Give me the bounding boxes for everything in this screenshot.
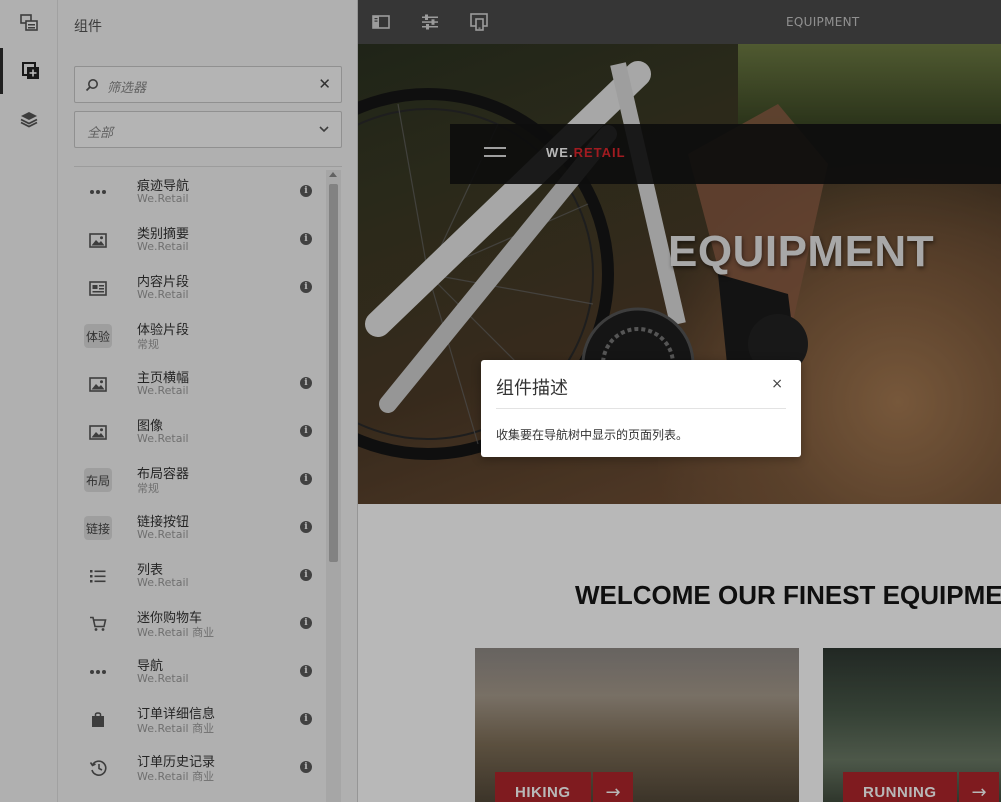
component-description-dialog: 组件描述 × 收集要在导航树中显示的页面列表。 — [481, 360, 801, 457]
close-icon[interactable]: × — [771, 376, 783, 392]
dialog-title: 组件描述 — [496, 378, 568, 399]
dialog-body: 收集要在导航树中显示的页面列表。 — [496, 428, 689, 442]
dialog-divider — [496, 408, 786, 409]
